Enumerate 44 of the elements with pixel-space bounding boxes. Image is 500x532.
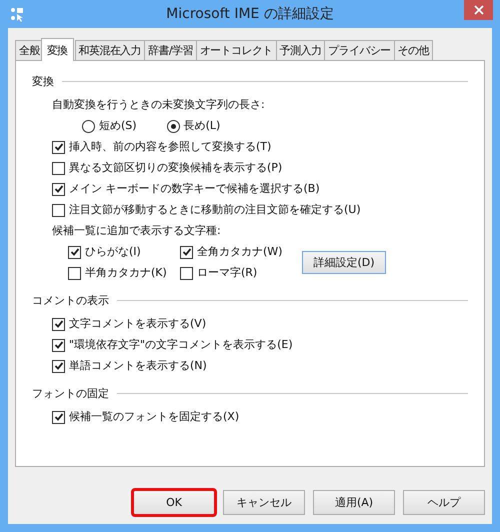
tab[interactable]: オートコレクト: [196, 40, 277, 60]
advanced-settings-button[interactable]: 詳細設定(D): [302, 251, 386, 274]
option-label: 自動変換を行うときの未変換文字列の長さ:: [52, 97, 266, 113]
option-label: 候補一覧に追加で表示する文字種:: [52, 223, 222, 239]
tab[interactable]: 全般: [15, 40, 44, 60]
close-icon: [474, 5, 484, 15]
check-icon: [54, 319, 64, 329]
close-button[interactable]: [464, 0, 493, 20]
tab[interactable]: 和英混在入力: [74, 40, 146, 60]
dialog-button[interactable]: 適用(A): [313, 490, 395, 515]
window-title: Microsoft IME の詳細設定: [165, 5, 335, 23]
checkbox[interactable]: 文字コメントを表示する(V): [52, 315, 206, 333]
tab[interactable]: 予測入力: [276, 40, 326, 60]
check-icon: [54, 340, 64, 350]
check-icon: [54, 142, 64, 152]
tab[interactable]: プライバシー: [324, 40, 395, 60]
checkbox[interactable]: 注目文節が移動するときに移動前の注目文節を確定する(U): [52, 201, 361, 219]
checkbox[interactable]: ひらがな(I): [68, 243, 180, 261]
checkbox[interactable]: メイン キーボードの数字キーで候補を選択する(B): [52, 180, 320, 198]
check-icon: [70, 247, 80, 257]
checkbox[interactable]: ローマ字(R): [180, 264, 282, 282]
checkbox[interactable]: 候補一覧のフォントを固定する(X): [52, 408, 240, 426]
app-icon: [10, 6, 24, 22]
check-icon: [54, 184, 64, 194]
check-icon: [54, 361, 64, 371]
checkbox[interactable]: 異なる文節区切りの変換候補を表示する(P): [52, 159, 282, 177]
check-icon: [182, 247, 192, 257]
checkbox[interactable]: "環境依存文字"の文字コメントを表示する(E): [52, 336, 293, 354]
dialog-button[interactable]: キャンセル: [223, 490, 305, 515]
checkbox[interactable]: 半角カタカナ(K): [68, 264, 180, 282]
section-heading: コメントの表示: [32, 292, 109, 308]
checkbox[interactable]: 全角カタカナ(W): [180, 243, 282, 261]
radio-button[interactable]: 長め(L): [166, 117, 220, 135]
tab[interactable]: 変換: [40, 38, 74, 61]
tab[interactable]: その他: [394, 40, 433, 60]
dialog-button[interactable]: OK: [133, 490, 215, 515]
tab[interactable]: 辞書/学習: [144, 40, 197, 60]
checkbox[interactable]: 単語コメントを表示する(N): [52, 357, 207, 375]
dialog-button[interactable]: ヘルプ: [403, 490, 485, 515]
section-heading: フォントの固定: [32, 386, 109, 400]
check-icon: [54, 412, 64, 422]
section-heading: 変換: [32, 74, 54, 88]
radio-button[interactable]: 短め(S): [82, 117, 137, 135]
checkbox[interactable]: 挿入時、前の内容を参照して変換する(T): [52, 138, 272, 156]
